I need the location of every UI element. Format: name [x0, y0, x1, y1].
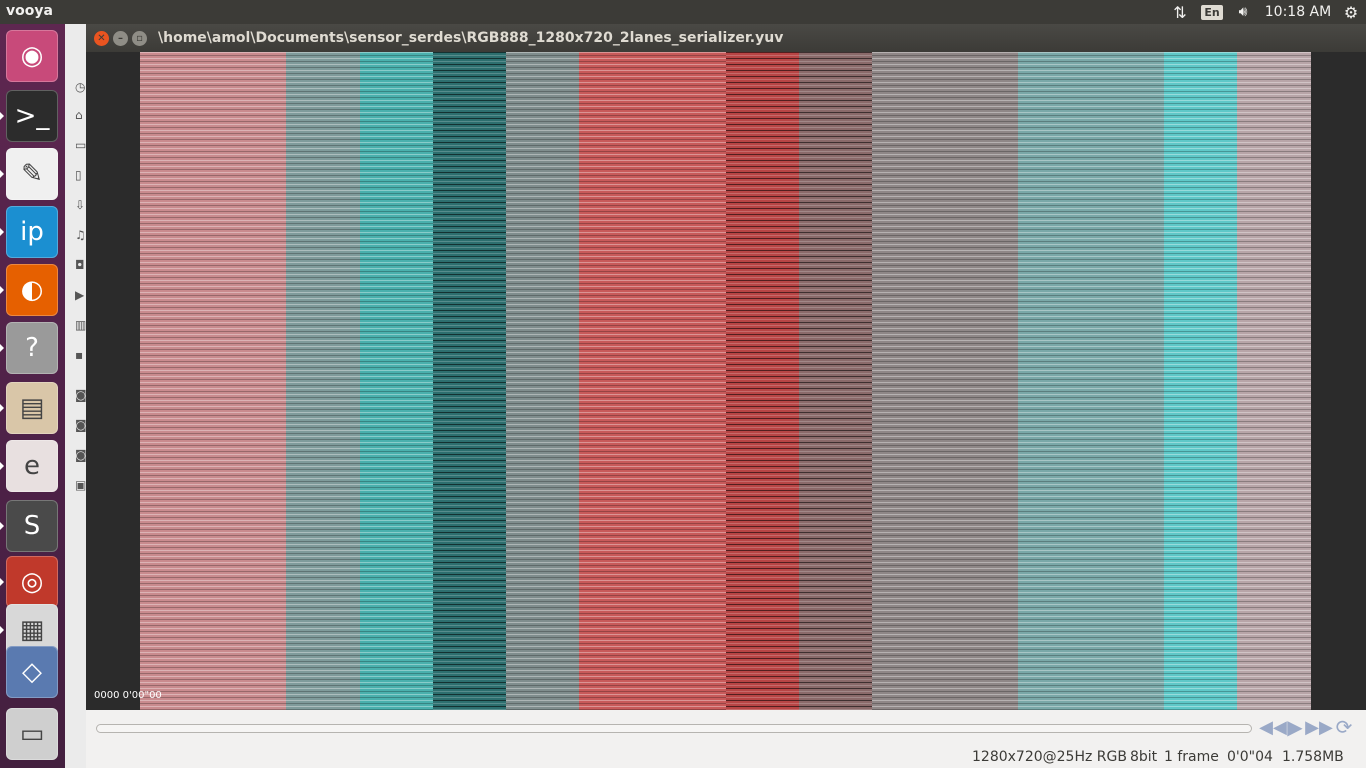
maximize-icon[interactable]: ▫	[132, 31, 147, 46]
ubuntu-dash-icon[interactable]: ◉	[6, 30, 58, 82]
loop-icon[interactable]: ⟳	[1333, 715, 1355, 739]
playback-controls: ◀◀ ▶ ▶▶ ⟳	[86, 710, 1366, 746]
clock[interactable]: 10:18 AM	[1262, 0, 1334, 24]
color-bar	[360, 52, 433, 710]
close-icon[interactable]: ✕	[94, 31, 109, 46]
running-indicator	[0, 626, 4, 634]
color-bar	[579, 52, 726, 710]
color-bar	[726, 52, 799, 710]
launcher: ◉ >_ ✎ ip ◐? ▤ e S ◎ ▦ ◇ ▭	[0, 24, 65, 768]
color-bar	[872, 52, 1018, 710]
gear-icon[interactable]: ⚙	[1340, 0, 1362, 24]
ip-app-icon[interactable]: ip	[6, 206, 58, 258]
window-titlebar[interactable]: ✕ – ▫ \home\amol\Documents\sensor_serdes…	[86, 24, 1366, 52]
network-updown-icon[interactable]: ⇅	[1168, 0, 1192, 24]
firefox-icon[interactable]: ◐	[6, 264, 58, 316]
color-bar	[506, 52, 579, 710]
color-bar	[286, 52, 360, 710]
running-indicator	[0, 112, 4, 120]
frame-count-label: 1 frame	[1164, 749, 1219, 765]
running-indicator	[0, 462, 4, 470]
fast-forward-icon[interactable]: ▶▶	[1305, 716, 1333, 738]
color-bar	[1164, 52, 1237, 710]
running-indicator	[0, 228, 4, 236]
disc-burner-icon[interactable]: ◎	[6, 556, 58, 608]
text-editor-icon[interactable]: ✎	[6, 148, 58, 200]
video-frame	[140, 52, 1311, 710]
duration-label: 0'0"04	[1227, 749, 1273, 765]
video-viewport[interactable]: 0000 0'00"00	[86, 52, 1366, 710]
trash-icon[interactable]: ▭	[6, 708, 58, 760]
terminal-icon[interactable]: >_	[6, 90, 58, 142]
minimize-icon[interactable]: –	[113, 31, 128, 46]
volume-icon[interactable]: 🔊︎	[1232, 0, 1254, 24]
color-bar	[1237, 52, 1311, 710]
running-indicator	[0, 522, 4, 530]
seek-slider[interactable]	[96, 724, 1252, 733]
rewind-icon[interactable]: ◀◀	[1259, 716, 1287, 738]
color-bar	[799, 52, 872, 710]
keyboard-language-indicator[interactable]: En	[1201, 0, 1223, 24]
document-viewer-icon[interactable]: e	[6, 440, 58, 492]
bitdepth-label: 8bit	[1130, 749, 1158, 765]
language-label: En	[1201, 4, 1223, 20]
app-name: vooya	[6, 3, 53, 19]
window-title: \home\amol\Documents\sensor_serdes\RGB88…	[158, 30, 784, 46]
top-panel: vooya ⇅ En 🔊︎ 10:18 AM ⚙	[0, 0, 1366, 24]
sublime-text-icon[interactable]: S	[6, 500, 58, 552]
running-indicator	[0, 578, 4, 586]
resolution-label: 1280x720@25Hz RGB	[972, 749, 1127, 765]
running-indicator	[0, 404, 4, 412]
color-bar	[433, 52, 506, 710]
color-bar	[1018, 52, 1164, 710]
color-bar	[140, 52, 286, 710]
play-icon[interactable]: ▶	[1284, 715, 1306, 739]
help-icon[interactable]: ?	[6, 322, 58, 374]
running-indicator	[0, 344, 4, 352]
vooya-window: ✕ – ▫ \home\amol\Documents\sensor_serdes…	[86, 24, 1366, 768]
workspaces-icon[interactable]: ◇	[6, 646, 58, 698]
running-indicator	[0, 170, 4, 178]
file-size-label: 1.758MB	[1282, 749, 1344, 765]
status-bar: 1280x720@25Hz RGB 8bit 1 frame 0'0"04 1.…	[86, 746, 1366, 768]
running-indicator	[0, 286, 4, 294]
frame-timecode: 0000 0'00"00	[94, 690, 162, 701]
archive-manager-icon[interactable]: ▤	[6, 382, 58, 434]
